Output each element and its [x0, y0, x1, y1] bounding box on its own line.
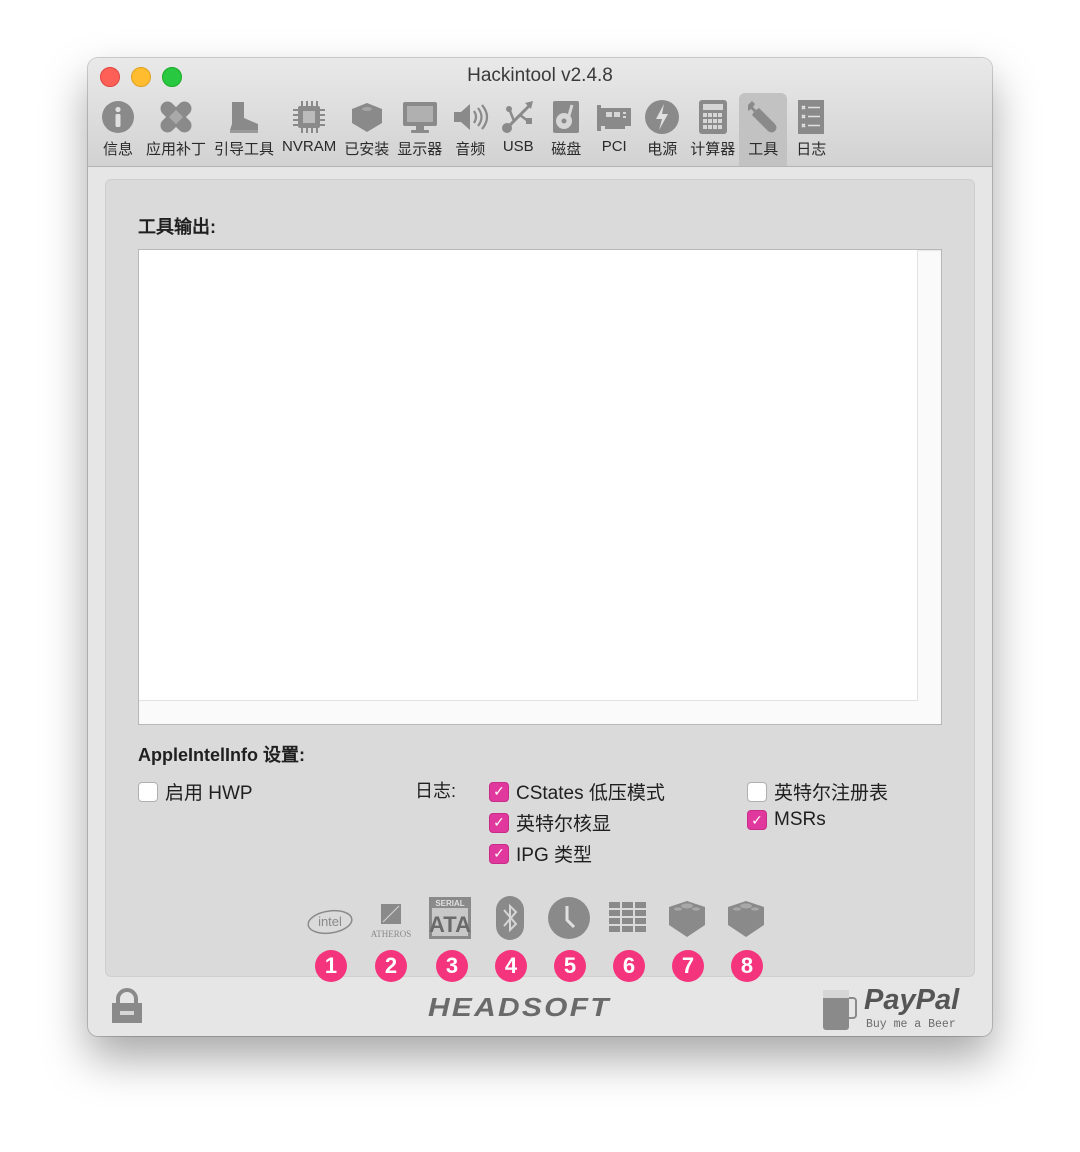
ipg-type-label: IPG 类型: [516, 845, 593, 866]
tab-info[interactable]: 信息: [94, 93, 142, 166]
paypal-donate-button[interactable]: PayPal Buy me a Beer: [822, 984, 972, 1032]
tab-log[interactable]: 日志: [787, 93, 835, 166]
cstates-label: CStates 低压模式: [516, 783, 665, 804]
kext-brick-icon[interactable]: [721, 896, 771, 940]
tab-disk[interactable]: 磁盘: [542, 93, 590, 166]
log-list-icon: [791, 97, 831, 137]
tab-power[interactable]: 电源: [638, 93, 686, 166]
clock-icon[interactable]: [544, 896, 594, 940]
tab-power-label: 电源: [647, 141, 678, 158]
tab-calculator-label: 计算器: [690, 141, 736, 158]
checkbox-box[interactable]: [747, 781, 767, 802]
hardware-tools-row: intel 1 ATHEROS 2 SERIAL ATA 3 4 5 6 7 8: [106, 894, 974, 984]
tab-usb[interactable]: USB: [494, 93, 542, 166]
enable-hwp-label: 启用 HWP: [165, 783, 253, 804]
kext-brick-icon: [347, 97, 387, 137]
tool-output-textarea[interactable]: [139, 250, 918, 701]
tab-calculator[interactable]: 计算器: [686, 93, 739, 166]
chip-icon: [289, 97, 329, 137]
buy-me-beer-label: Buy me a Beer: [866, 1018, 956, 1031]
pci-card-icon: [594, 97, 634, 137]
tab-nvram-label: NVRAM: [282, 138, 337, 155]
headsoft-logo[interactable]: HEADSOFT: [428, 992, 611, 1023]
intel-registers-label: 英特尔注册表: [774, 783, 889, 804]
svg-text:ATHEROS: ATHEROS: [371, 929, 412, 939]
tab-info-label: 信息: [102, 141, 133, 158]
beer-mug-icon: [823, 990, 857, 1030]
window-title: Hackintool v2.4.8: [467, 65, 613, 86]
svg-text:intel: intel: [318, 914, 342, 929]
paypal-label: PayPal: [864, 984, 960, 1016]
tab-display[interactable]: 显示器: [393, 93, 446, 166]
checkbox-box[interactable]: ✓: [747, 810, 767, 830]
display-icon: [400, 97, 440, 137]
calculator-icon: [693, 97, 733, 137]
lock-icon[interactable]: [110, 988, 144, 1029]
log-label: 日志:: [415, 781, 457, 801]
serial-ata-icon[interactable]: SERIAL ATA: [425, 896, 475, 940]
tab-boot[interactable]: 引导工具: [210, 93, 278, 166]
tab-audio[interactable]: 音频: [446, 93, 494, 166]
intel-logo-icon[interactable]: intel: [305, 900, 355, 944]
tab-pci-label: PCI: [601, 138, 627, 155]
toolbar: 信息 应用补丁 引导工具 NVRAM 已安装 显示器 音频 USB 磁盘 PCI…: [94, 93, 835, 166]
grid-icon[interactable]: [603, 896, 653, 940]
intel-gpu-checkbox[interactable]: ✓ 英特尔核显: [489, 809, 611, 836]
app-window: Hackintool v2.4.8 信息 应用补丁 引导工具 NVRAM 已安装…: [88, 58, 992, 1036]
tab-disk-label: 磁盘: [551, 141, 582, 158]
tab-installed-label: 已安装: [344, 141, 390, 158]
tab-patch-label: 应用补丁: [146, 141, 207, 158]
footer-bar: HEADSOFT PayPal Buy me a Beer: [88, 976, 992, 1036]
tab-display-label: 显示器: [397, 141, 443, 158]
intel-registers-checkbox[interactable]: 英特尔注册表: [747, 778, 888, 805]
kext-brick-icon[interactable]: [662, 896, 712, 940]
tab-log-label: 日志: [796, 141, 827, 158]
power-icon: [642, 97, 682, 137]
boot-icon: [224, 97, 264, 137]
svg-text:SERIAL: SERIAL: [435, 899, 464, 908]
msrs-checkbox[interactable]: ✓ MSRs: [747, 809, 826, 831]
ipg-type-checkbox[interactable]: ✓ IPG 类型: [489, 840, 592, 867]
checkbox-box[interactable]: ✓: [489, 812, 509, 833]
info-icon: [98, 97, 138, 137]
msrs-label: MSRs: [774, 809, 826, 830]
tool-output-title: 工具输出:: [138, 217, 216, 237]
intel-gpu-label: 英特尔核显: [516, 814, 612, 835]
disk-icon: [546, 97, 586, 137]
speaker-icon: [450, 97, 490, 137]
appleintelinfo-settings-title: AppleIntelInfo 设置:: [138, 745, 305, 765]
enable-hwp-checkbox[interactable]: 启用 HWP: [138, 778, 253, 805]
wrench-icon: [743, 97, 783, 137]
checkbox-box[interactable]: [138, 781, 158, 802]
usb-icon: [498, 97, 538, 137]
bandage-icon: [156, 97, 196, 137]
tab-boot-label: 引导工具: [214, 141, 275, 158]
tab-tools[interactable]: 工具: [739, 93, 788, 166]
tab-installed[interactable]: 已安装: [340, 93, 393, 166]
atheros-logo-icon[interactable]: ATHEROS: [366, 900, 416, 944]
tab-nvram[interactable]: NVRAM: [278, 93, 340, 166]
tab-pci[interactable]: PCI: [590, 93, 638, 166]
tab-patch[interactable]: 应用补丁: [142, 93, 210, 166]
checkbox-box[interactable]: ✓: [489, 843, 509, 864]
svg-text:ATA: ATA: [429, 912, 471, 937]
tool-output-scrollview[interactable]: [138, 249, 942, 725]
checkbox-box[interactable]: ✓: [489, 781, 509, 802]
title-bar: Hackintool v2.4.8 信息 应用补丁 引导工具 NVRAM 已安装…: [88, 58, 992, 167]
bluetooth-icon[interactable]: [485, 896, 535, 940]
tools-panel: 工具输出: AppleIntelInfo 设置: 启用 HWP 日志: ✓ CS…: [105, 179, 975, 982]
tab-tools-label: 工具: [748, 141, 779, 158]
tab-audio-label: 音频: [455, 141, 486, 158]
tab-usb-label: USB: [502, 138, 534, 155]
cstates-checkbox[interactable]: ✓ CStates 低压模式: [489, 778, 665, 805]
